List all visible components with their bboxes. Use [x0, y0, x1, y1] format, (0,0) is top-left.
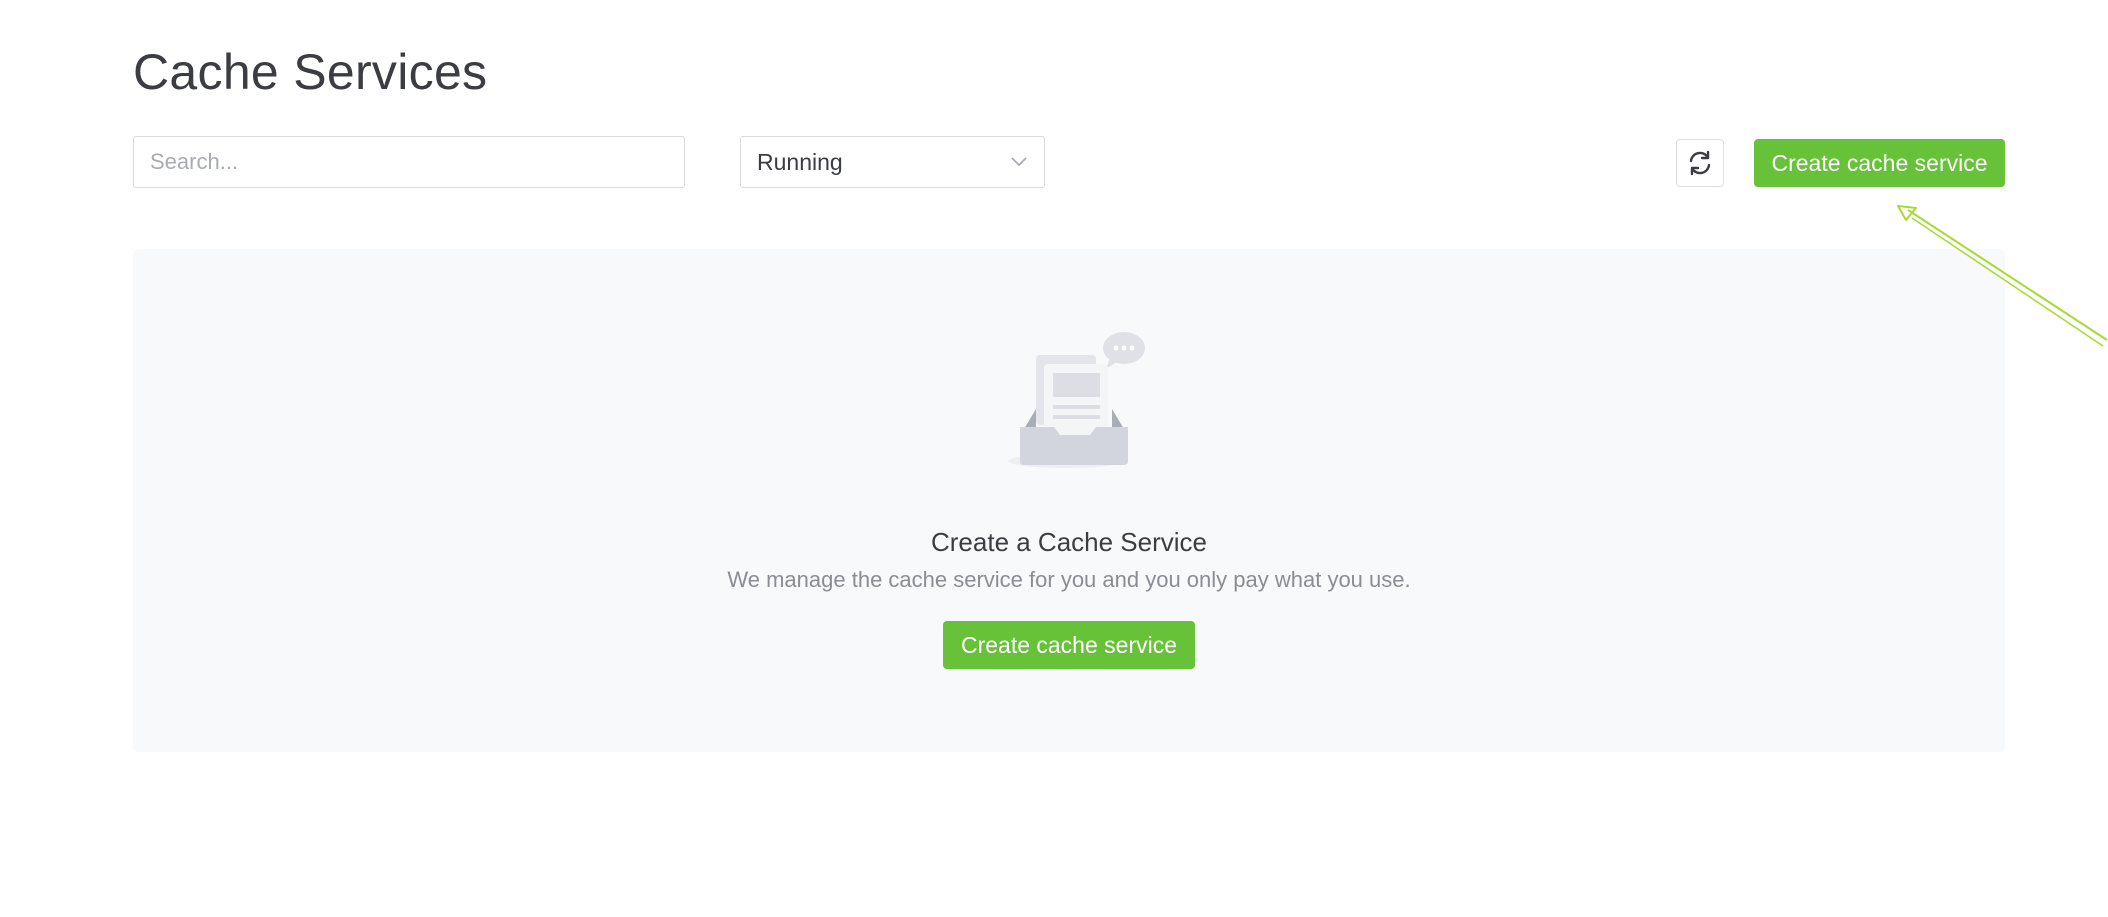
empty-state-subtitle: We manage the cache service for you and …	[727, 567, 1411, 592]
empty-state-panel: Create a Cache Service We manage the cac…	[133, 249, 2005, 752]
status-filter-value: Running	[757, 149, 843, 175]
status-filter-select[interactable]: Running	[740, 136, 1045, 188]
refresh-button[interactable]	[1676, 139, 1724, 187]
page-title: Cache Services	[133, 44, 488, 100]
search-input[interactable]	[133, 136, 685, 188]
cache-services-page: Cache Services Running Create cache serv…	[0, 0, 2108, 917]
empty-state-create-button[interactable]: Create cache service	[943, 621, 1195, 669]
chevron-down-icon	[1011, 157, 1027, 167]
empty-inbox-icon	[1008, 332, 1145, 468]
create-cache-service-button[interactable]: Create cache service	[1754, 139, 2005, 187]
toolbar: Running Create cache service	[133, 136, 2005, 190]
empty-state-title: Create a Cache Service	[930, 527, 1208, 557]
refresh-icon	[1689, 150, 1711, 176]
